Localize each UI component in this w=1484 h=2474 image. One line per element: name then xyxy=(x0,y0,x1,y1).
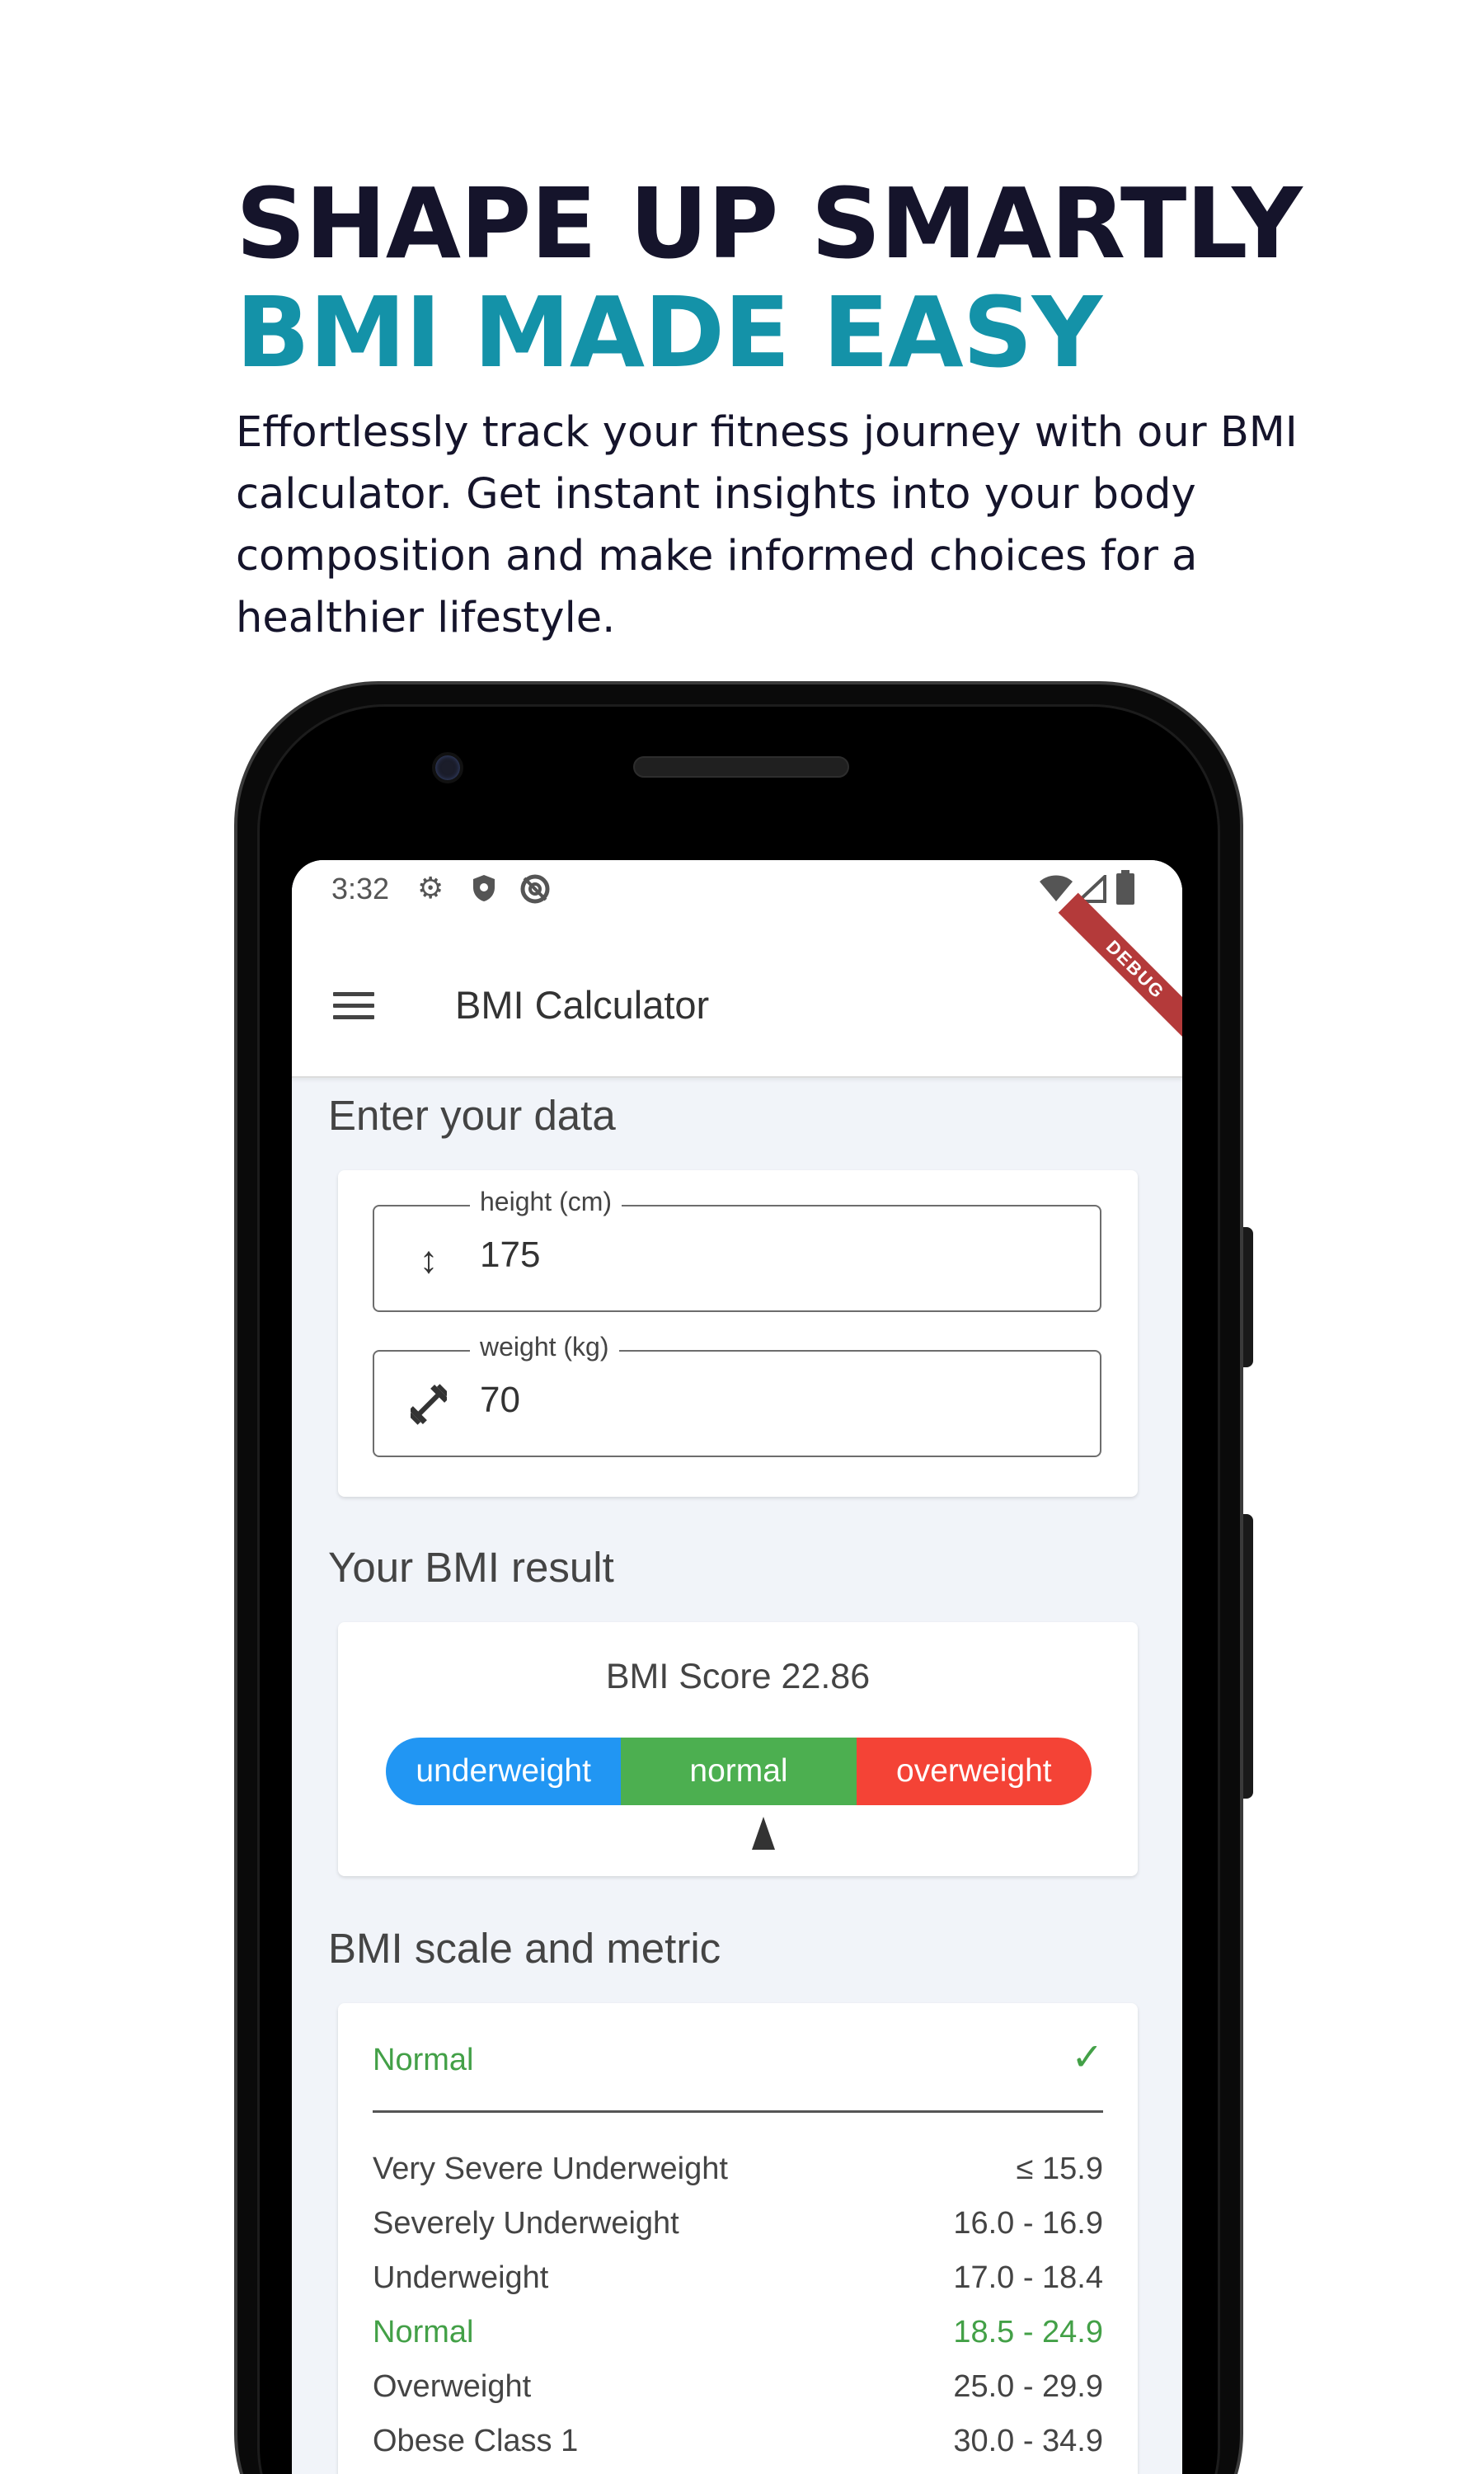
scale-row-range: 17.0 - 18.4 xyxy=(953,2260,1103,2295)
status-time: 3:32 xyxy=(331,872,390,905)
front-camera xyxy=(432,752,463,783)
weight-field[interactable]: weight (kg) 70 xyxy=(373,1332,1101,1457)
segment-underweight: underweight xyxy=(386,1738,622,1805)
scale-section-title: BMI scale and metric xyxy=(328,1925,721,1972)
bmi-pointer-indicator xyxy=(751,1817,775,1850)
sync-off-icon xyxy=(520,874,550,904)
scale-row-label: Underweight xyxy=(373,2260,549,2295)
weight-input-value[interactable]: 70 xyxy=(480,1380,520,1421)
scale-row-label: Normal xyxy=(373,2315,474,2349)
result-card: BMI Score 22.86 underweight normal overw… xyxy=(338,1622,1138,1876)
input-section-title: Enter your data xyxy=(328,1092,616,1139)
scale-row: Very Severe Underweight ≤ 15.9 xyxy=(373,2152,1103,2193)
scale-row-range: 30.0 - 34.9 xyxy=(953,2424,1103,2458)
result-section-title: Your BMI result xyxy=(328,1544,614,1591)
scale-row-range: ≤ 15.9 xyxy=(1016,2152,1103,2186)
scale-row: Underweight 17.0 - 18.4 xyxy=(373,2260,1103,2302)
scale-row-range: 25.0 - 29.9 xyxy=(953,2369,1103,2404)
scale-row: Severely Underweight 16.0 - 16.9 xyxy=(373,2206,1103,2247)
status-bar: 3:32 ⚙ xyxy=(292,860,1182,916)
promo-subtitle: Effortlessly track your fitness journey … xyxy=(236,408,1298,642)
height-field[interactable]: height (cm) ↕ 175 xyxy=(373,1187,1101,1312)
check-icon: ✓ xyxy=(1071,2035,1103,2078)
headline-line-2: BMI MADE EASY xyxy=(236,275,1102,389)
scale-row-label: Very Severe Underweight xyxy=(373,2152,728,2186)
weight-field-label: weight (kg) xyxy=(470,1332,619,1362)
headline-line-1: SHAPE UP SMARTLY xyxy=(236,167,1303,280)
bmi-score-text: BMI Score 22.86 xyxy=(605,1657,871,1696)
scale-row-label: Overweight xyxy=(373,2369,532,2404)
height-input-value[interactable]: 175 xyxy=(480,1235,540,1276)
height-arrows-icon: ↕ xyxy=(419,1238,439,1281)
segment-normal: normal xyxy=(621,1738,857,1805)
current-category-label: Normal xyxy=(373,2043,474,2077)
debug-banner: DEBUG xyxy=(1058,892,1182,1047)
app-bar: BMI Calculator DEBUG xyxy=(292,892,1182,1078)
scale-row-range: 16.0 - 16.9 xyxy=(953,2206,1103,2241)
scale-card: Normal ✓ Very Severe Underweight ≤ 15.9 Se… xyxy=(338,2003,1138,2474)
battery-icon xyxy=(1116,870,1134,905)
height-field-label: height (cm) xyxy=(470,1187,622,1217)
scale-divider xyxy=(373,2110,1103,2113)
scale-row: Overweight 25.0 - 29.9 xyxy=(373,2369,1103,2411)
scale-row: Obese Class 1 30.0 - 34.9 xyxy=(373,2424,1103,2465)
volume-button xyxy=(1243,1514,1253,1799)
shield-icon xyxy=(473,875,495,901)
app-title: BMI Calculator xyxy=(455,983,710,1027)
gear-icon: ⚙ xyxy=(417,871,444,905)
promo-headline: SHAPE UP SMARTLY BMI MADE EASY xyxy=(236,167,1303,389)
wifi-icon xyxy=(1040,875,1073,901)
hamburger-menu-icon[interactable] xyxy=(333,992,374,1020)
scale-row-range: 18.5 - 24.9 xyxy=(953,2315,1103,2349)
scale-row: Normal 18.5 - 24.9 xyxy=(373,2315,1103,2356)
power-button xyxy=(1243,1227,1253,1367)
bmi-category-bar: underweight normal overweight xyxy=(386,1738,1092,1805)
scale-row-label: Severely Underweight xyxy=(373,2206,679,2241)
scale-row-label: Obese Class 1 xyxy=(373,2424,579,2458)
app-screen: 3:32 ⚙ BMI Calculator DEBUG Enter your d… xyxy=(292,860,1182,2474)
earpiece-speaker xyxy=(633,756,849,778)
dumbbell-icon xyxy=(408,1381,449,1427)
segment-overweight: overweight xyxy=(856,1738,1092,1805)
input-card: height (cm) ↕ 175 weight (kg) 70 xyxy=(338,1170,1138,1497)
